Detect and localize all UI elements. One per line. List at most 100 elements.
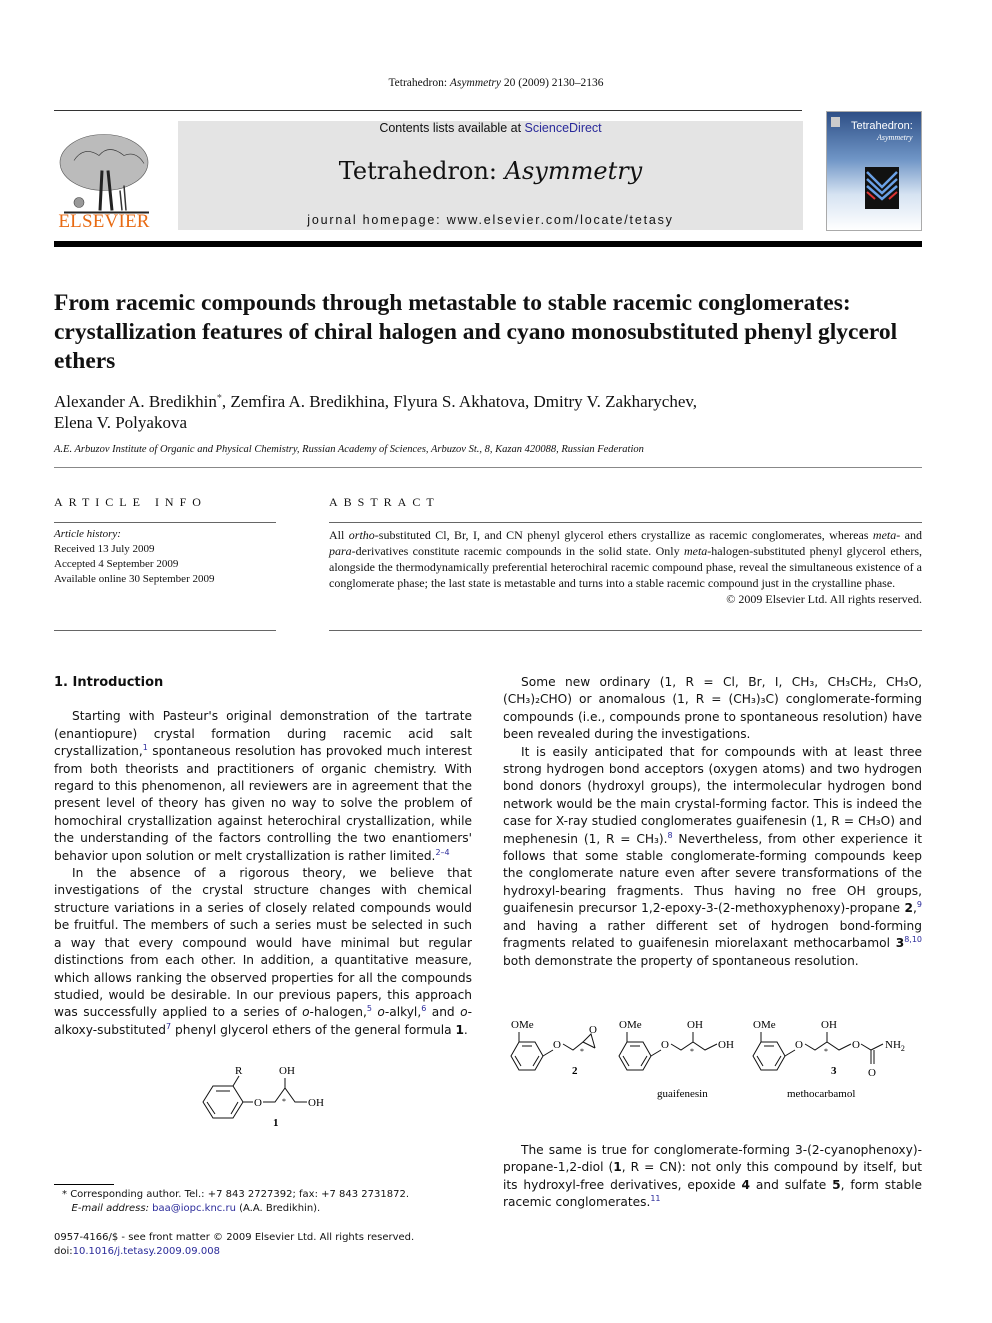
paragraph: It is easily anticipated that for compou…: [503, 744, 922, 970]
text-run: and having a rather different set of hyd…: [503, 918, 922, 951]
journal-name-main: Tetrahedron:: [338, 157, 497, 185]
affiliation-rule: [54, 467, 922, 468]
journal-banner: Contents lists available at ScienceDirec…: [178, 121, 803, 230]
abstract-copyright: © 2009 Elsevier Ltd. All rights reserved…: [726, 592, 922, 606]
article-info-rule-bottom: [54, 630, 276, 631]
structure-label-2: 2: [572, 1065, 578, 1077]
paragraph: Some new ordinary (1, R = Cl, Br, I, CH₃…: [503, 675, 922, 742]
text-italic: o: [302, 1005, 310, 1020]
corresponding-footnote: * Corresponding author. Tel.: +7 843 272…: [62, 1188, 482, 1216]
structure-label-guaifenesin: guaifenesin: [657, 1088, 708, 1100]
abstract-rule-bottom: [329, 630, 922, 631]
compound-number: 1: [455, 1022, 464, 1037]
author-list: Alexander A. Bredikhin*, Zemfira A. Bred…: [54, 391, 924, 433]
abstract-run: -derivatives constitute racemic compound…: [351, 544, 684, 558]
contents-prefix: Contents lists available at: [379, 121, 522, 135]
homepage-line: journal homepage: www.elsevier.com/locat…: [178, 213, 803, 227]
article-info-rule-top: [54, 522, 276, 523]
stereocenter-mark: *: [580, 1047, 584, 1056]
compound-number: 1: [613, 1160, 622, 1175]
text-run: -alkyl,: [384, 1005, 422, 1020]
reference-link[interactable]: 11: [650, 1194, 660, 1203]
sciencedirect-link[interactable]: ScienceDirect: [525, 121, 602, 135]
hydroxyl-right: OH: [718, 1039, 734, 1051]
stereocenter-mark: *: [282, 1097, 286, 1106]
running-head-journal: Tetrahedron:: [388, 77, 448, 89]
chemical-structure-1: R O OH OH * 1: [202, 1065, 324, 1129]
email-suffix: (A.A. Bredikhin).: [235, 1203, 321, 1214]
right-column-lower: The same is true for conglomerate-formin…: [503, 1142, 922, 1212]
text-italic: o: [460, 1005, 468, 1020]
article-history: Article history: Received 13 July 2009 A…: [54, 527, 214, 587]
running-head: Tetrahedron: Asymmetry 20 (2009) 2130–21…: [0, 77, 992, 89]
cover-subtitle: Asymmetry: [877, 133, 913, 142]
chemical-structures-row: OMe O O * 2 OMe O OH OH * guaifenesin OM…: [510, 1019, 905, 1100]
carbamate-oxygen: O: [852, 1039, 860, 1051]
abstract-italic: para: [329, 544, 352, 558]
structure-label-methocarbamol: methocarbamol: [787, 1088, 855, 1100]
authors-rest: , Zemfira A. Bredikhina, Flyura S. Akhat…: [221, 392, 698, 411]
reference-link[interactable]: 5: [367, 1004, 372, 1013]
online-date: Available online 30 September 2009: [54, 573, 215, 585]
author-corresponding[interactable]: Alexander A. Bredikhin: [54, 392, 217, 411]
issn-line: 0957-4166/$ - see front matter © 2009 El…: [54, 1232, 415, 1243]
affiliation: A.E. Arbuzov Institute of Organic and Ph…: [54, 444, 644, 455]
homepage-prefix: journal homepage:: [307, 213, 442, 227]
article-info-heading: ARTICLE INFO: [54, 495, 207, 509]
compound-number: 5: [832, 1177, 841, 1192]
ether-oxygen: O: [254, 1097, 262, 1109]
abstract-italic: meta: [683, 544, 708, 558]
cover-logo-icon: [831, 117, 840, 127]
compound-number: 2: [904, 901, 914, 916]
homepage-link[interactable]: www.elsevier.com/locate/tetasy: [447, 213, 674, 227]
abstract-run: - and: [896, 528, 923, 542]
section-heading-introduction: 1. Introduction: [54, 675, 164, 690]
footnote-contact: Corresponding author. Tel.: +7 843 27273…: [70, 1189, 410, 1200]
abstract-rule-top: [329, 522, 922, 523]
text-run: .: [463, 1022, 468, 1037]
abstract-italic: meta: [872, 528, 897, 542]
text-italic: o: [377, 1005, 385, 1020]
abstract-run: All: [329, 528, 349, 542]
footnote-mark: *: [62, 1189, 67, 1200]
text-run: It is easily anticipated that for compou…: [503, 744, 922, 846]
carbonyl-oxygen: O: [868, 1067, 876, 1079]
contents-line: Contents lists available at ScienceDirec…: [178, 121, 803, 135]
hydroxyl-right: OH: [308, 1097, 324, 1109]
substituent-r: R: [235, 1065, 243, 1077]
reference-link[interactable]: 2–4: [435, 848, 449, 857]
text-run: phenyl glycerol ethers of the general fo…: [171, 1022, 456, 1037]
front-matter: 0957-4166/$ - see front matter © 2009 El…: [54, 1231, 474, 1259]
hydroxyl-top: OH: [687, 1019, 703, 1031]
compound-number: 4: [741, 1177, 750, 1192]
article-title: From racemic compounds through metastabl…: [54, 290, 898, 374]
cover-title: Tetrahedron:: [851, 120, 913, 132]
reference-link[interactable]: 9: [917, 900, 922, 909]
header-thick-rule: [54, 241, 922, 247]
accepted-date: Accepted 4 September 2009: [54, 558, 179, 570]
email-link[interactable]: baa@iopc.knc.ru: [152, 1203, 236, 1214]
epoxide-oxygen: O: [589, 1024, 597, 1036]
doi-prefix: doi:: [54, 1246, 73, 1257]
paragraph: The same is true for conglomerate-formin…: [503, 1142, 922, 1212]
hydroxyl-top: OH: [821, 1019, 837, 1031]
right-column: Some new ordinary (1, R = Cl, Br, I, CH₃…: [503, 674, 922, 970]
history-label: Article history:: [54, 528, 121, 540]
footnote-rule: [54, 1184, 114, 1185]
cover-artwork-icon: [865, 167, 899, 209]
paragraph: In the absence of a rigorous theory, we …: [54, 865, 472, 1039]
reference-link[interactable]: 8,10: [904, 935, 922, 944]
compound-number: 3: [895, 936, 905, 951]
journal-cover-thumbnail[interactable]: Tetrahedron: Asymmetry: [826, 111, 922, 231]
abstract-heading: ABSTRACT: [329, 495, 440, 509]
ether-oxygen: O: [661, 1039, 669, 1051]
text-run: spontaneous resolution has provoked much…: [54, 744, 472, 863]
structure-label-1: 1: [273, 1117, 279, 1129]
ether-oxygen: O: [553, 1039, 561, 1051]
abstract-text: All ortho-substituted Cl, Br, I, and CN …: [329, 527, 922, 607]
text-run: -halogen,: [309, 1005, 367, 1020]
email-label: E-mail address:: [71, 1203, 149, 1214]
journal-name: Tetrahedron: Asymmetry: [178, 157, 803, 185]
doi-link[interactable]: 10.1016/j.tetasy.2009.09.008: [73, 1246, 220, 1257]
publisher-wordmark: ELSEVIER: [58, 211, 150, 232]
